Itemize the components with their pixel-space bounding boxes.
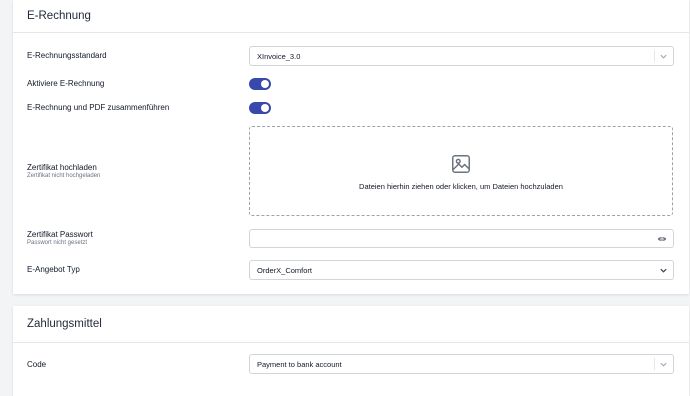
merge-pdf-label: E-Rechnung und PDF zusammenführen [27,103,170,112]
zertifikat-passwort-field[interactable] [249,229,674,248]
zertifikat-hochladen-label: Zertifikat hochladen [27,163,97,172]
zahlungsmittel-title: Zahlungsmittel [27,318,102,330]
merge-pdf-toggle[interactable] [249,102,271,114]
e-rechnungsstandard-select[interactable]: XInvoice_3.0 [249,46,674,66]
certificate-dropzone[interactable]: Dateien hierhin ziehen oder klicken, um … [249,126,673,216]
aktiviere-e-rechnung-toggle[interactable] [249,78,271,90]
passwort-hint: Passwort nicht gesetzt [27,240,88,246]
code-label: Code [27,360,47,369]
select-separator [654,358,655,370]
e-rechnung-card: E-Rechnung E-Rechnungsstandard XInvoice_… [13,0,689,294]
divider [13,342,689,343]
zahlungsmittel-card: Zahlungsmittel Code Payment to bank acco… [13,306,689,396]
chevron-down-icon [660,362,667,367]
zertifikat-hint: Zertifikat nicht hochgeladen [27,173,101,179]
divider [13,32,689,33]
e-rechnungsstandard-label: E-Rechnungsstandard [27,51,107,60]
toggle-knob [261,80,269,88]
dropzone-text: Dateien hierhin ziehen oder klicken, um … [359,182,563,191]
select-separator [654,50,655,62]
image-icon [452,155,470,173]
chevron-down-icon [660,268,667,273]
eye-icon[interactable] [657,234,667,244]
code-select[interactable]: Payment to bank account [249,354,674,374]
e-angebot-typ-label: E-Angebot Typ [27,265,80,274]
toggle-knob [261,104,269,112]
zertifikat-passwort-label: Zertifikat Passwort [27,230,93,239]
chevron-down-icon [660,54,667,59]
aktiviere-e-rechnung-label: Aktiviere E-Rechnung [27,79,105,88]
e-angebot-typ-select[interactable]: OrderX_Comfort [249,260,674,280]
zertifikat-passwort-input[interactable] [256,233,646,245]
e-rechnungsstandard-value: XInvoice_3.0 [257,52,301,61]
e-rechnung-title: E-Rechnung [27,10,91,22]
code-value: Payment to bank account [257,360,342,369]
e-angebot-typ-value: OrderX_Comfort [257,266,313,275]
